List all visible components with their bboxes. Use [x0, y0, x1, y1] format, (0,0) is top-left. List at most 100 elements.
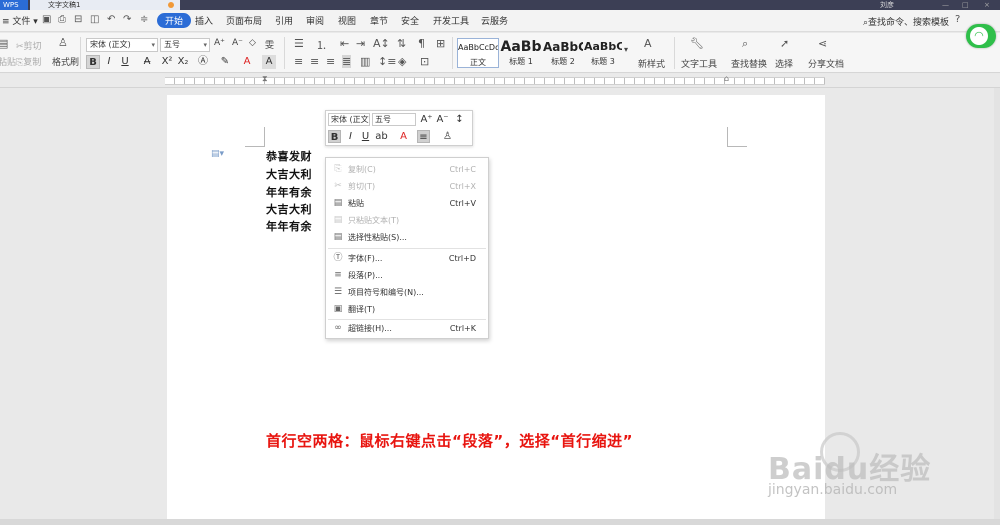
grow-font-icon[interactable]: A⁺ — [214, 38, 225, 48]
tab-developer[interactable]: 开发工具 — [433, 14, 469, 27]
styles-more-icon[interactable]: ▾ — [624, 45, 628, 54]
magnifier-icon[interactable]: ⌕ — [742, 37, 748, 51]
print-preview-icon[interactable]: ◫ — [90, 14, 99, 25]
file-menu[interactable]: ≡ 文件 ▾ — [2, 14, 38, 27]
document-tab[interactable]: 文字文稿1 — [30, 0, 180, 10]
shading-icon[interactable]: ◈ — [398, 55, 406, 68]
numbered-list-icon[interactable]: ⒈ — [316, 37, 327, 53]
paragraph-layout-icon[interactable]: ▤▾ — [211, 149, 224, 159]
tab-insert[interactable]: 插入 — [195, 14, 213, 27]
mini-bold-button[interactable]: B — [328, 130, 341, 143]
save-icon[interactable]: ▣ — [42, 14, 51, 25]
mini-shrink-font-icon[interactable]: A⁻ — [436, 113, 449, 126]
menu-item-hyperlink[interactable]: ∞ 超链接(H)... Ctrl+K — [326, 320, 488, 337]
style-heading-2[interactable]: AaBbC 标题 2 — [543, 38, 583, 68]
wifi-badge[interactable]: ◠ — [966, 24, 996, 48]
style-heading-3[interactable]: AaBbC 标题 3 — [584, 38, 622, 68]
maximize-button[interactable]: □ — [962, 0, 969, 10]
customize-icon[interactable]: ≑ — [140, 14, 148, 25]
font-size-select[interactable]: 五号 ▾ — [160, 38, 210, 52]
text-tools-label[interactable]: 文字工具 — [681, 57, 717, 70]
mini-font-color-button[interactable]: A — [397, 130, 410, 143]
font-color-button[interactable]: A — [240, 55, 254, 69]
menu-item-paste-text-only[interactable]: ▤ 只粘贴文本(T) — [326, 212, 488, 229]
mini-underline-button[interactable]: U — [359, 130, 372, 143]
minimize-button[interactable]: — — [942, 0, 949, 10]
menu-item-copy[interactable]: ⎘ 复制(C) Ctrl+C — [326, 161, 488, 178]
tab-page-layout[interactable]: 页面布局 — [226, 14, 262, 27]
show-marks-icon[interactable]: ¶ — [418, 37, 425, 50]
bold-button[interactable]: B — [86, 55, 100, 69]
menu-item-cut[interactable]: ✂ 剪切(T) Ctrl+X — [326, 178, 488, 195]
share-icon[interactable]: ⋖ — [818, 37, 827, 50]
user-name[interactable]: 刘彦 — [880, 0, 894, 10]
document-page[interactable]: ▤▾ 恭喜发财 大吉大利 年年有余 大吉大利 年年有余 — [167, 95, 825, 525]
select-label[interactable]: 选择 — [775, 57, 793, 70]
doc-line[interactable]: 年年有余 — [266, 184, 312, 200]
tab-view[interactable]: 视图 — [338, 14, 356, 27]
italic-button[interactable]: I — [102, 55, 116, 69]
doc-line[interactable]: 大吉大利 — [266, 201, 312, 217]
mini-format-painter-icon[interactable]: ♙ — [441, 130, 454, 143]
tab-security[interactable]: 安全 — [401, 14, 419, 27]
line-spacing-icon[interactable]: ↕≡ — [378, 55, 396, 68]
wrench-icon[interactable]: 🔧︎ — [690, 37, 704, 50]
tab-references[interactable]: 引用 — [275, 14, 293, 27]
increase-indent-icon[interactable]: ⇥ — [356, 37, 365, 50]
text-direction-icon[interactable]: A↕ — [373, 37, 390, 50]
clear-format-icon[interactable]: ◇ — [249, 38, 256, 48]
align-justify-icon[interactable]: ≣ — [342, 55, 352, 68]
char-shading-button[interactable]: A — [262, 55, 276, 69]
doc-line[interactable]: 年年有余 — [266, 218, 312, 234]
paste-icon[interactable]: ▤ — [0, 37, 8, 50]
phonetic-icon[interactable]: 雯 — [265, 38, 274, 51]
indent-marker-icon[interactable]: ⧗ — [262, 74, 268, 84]
app-tab[interactable]: WPS — [0, 0, 28, 10]
borders-icon[interactable]: ⊡ — [420, 55, 429, 68]
close-button[interactable]: × — [984, 0, 990, 10]
tab-section[interactable]: 章节 — [370, 14, 388, 27]
table-icon[interactable]: ⊞ — [436, 37, 445, 50]
help-icon[interactable]: ? — [955, 14, 960, 25]
format-painter-icon[interactable]: ♙ — [58, 36, 68, 49]
paste-label[interactable]: 粘贴 — [0, 55, 16, 68]
mini-italic-button[interactable]: I — [344, 130, 357, 143]
copy-button[interactable]: ⎘复制 — [16, 55, 41, 68]
doc-line[interactable]: 恭喜发财 — [266, 148, 312, 164]
style-heading-1[interactable]: AaBb 标题 1 — [500, 38, 542, 68]
right-indent-marker-icon[interactable]: ⌂ — [724, 74, 729, 83]
mini-grow-font-icon[interactable]: A⁺ — [420, 113, 433, 126]
tab-review[interactable]: 审阅 — [306, 14, 324, 27]
menu-item-paste-special[interactable]: ▤ 选择性粘贴(S)... — [326, 229, 488, 246]
mini-font-size-select[interactable]: 五号 — [372, 113, 416, 126]
new-style-label[interactable]: 新样式 — [638, 57, 665, 70]
strikethrough-button[interactable]: A̶ — [140, 55, 154, 69]
format-painter-label[interactable]: 格式刷 — [52, 55, 79, 68]
command-search[interactable]: ⌕查找命令、搜索模板 — [863, 15, 949, 28]
sort-icon[interactable]: ⇅ — [397, 37, 406, 50]
print-icon[interactable]: ⊟ — [74, 14, 82, 25]
mini-font-name-select[interactable]: 宋体 (正文 — [328, 113, 370, 126]
distributed-icon[interactable]: ▥ — [360, 55, 370, 68]
align-center-icon[interactable]: ≡ — [310, 55, 319, 68]
underline-button[interactable]: U — [118, 55, 132, 69]
mini-align-button[interactable]: ≡ — [417, 130, 430, 143]
align-left-icon[interactable]: ≡ — [294, 55, 303, 68]
mini-highlight-button[interactable]: ab — [375, 130, 388, 143]
new-style-icon[interactable]: A — [644, 37, 652, 50]
text-effect-button[interactable]: Ⓐ — [196, 55, 210, 69]
find-replace-label[interactable]: 查找替换 — [731, 57, 767, 70]
mini-line-spacing-icon[interactable]: ↕ — [453, 113, 466, 126]
menu-item-paragraph[interactable]: ≡ 段落(P)... — [326, 267, 488, 284]
highlight-button[interactable]: ✎ — [218, 55, 232, 69]
superscript-button[interactable]: X² — [160, 55, 174, 69]
menu-item-paste[interactable]: ▤ 粘贴 Ctrl+V — [326, 195, 488, 212]
style-normal[interactable]: AaBbCcDd 正文 — [457, 38, 499, 68]
align-right-icon[interactable]: ≡ — [326, 55, 335, 68]
decrease-indent-icon[interactable]: ⇤ — [340, 37, 349, 50]
export-pdf-icon[interactable]: ⎙ — [58, 14, 66, 25]
doc-line[interactable]: 大吉大利 — [266, 166, 312, 182]
font-name-select[interactable]: 宋体 (正文) ▾ — [86, 38, 158, 52]
tab-cloud[interactable]: 云服务 — [481, 14, 508, 27]
tab-home[interactable]: 开始 — [157, 13, 192, 28]
